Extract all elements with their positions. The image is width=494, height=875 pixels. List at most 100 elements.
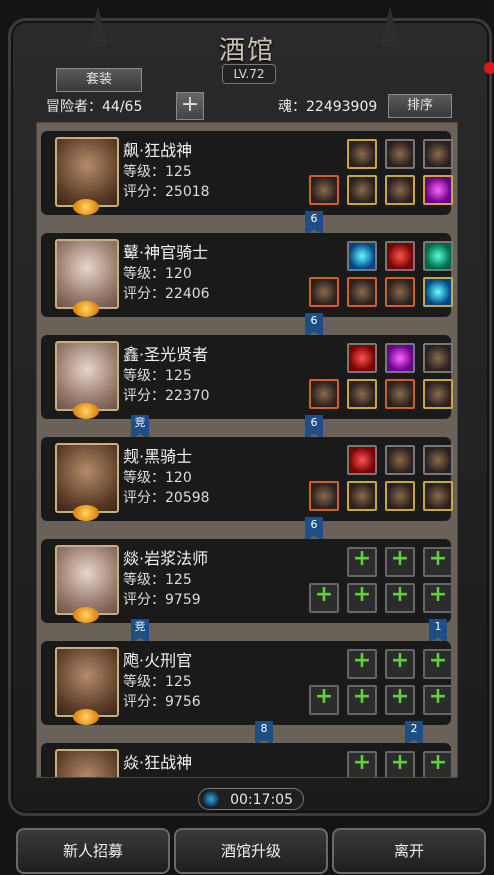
sort-button[interactable]: 排序 — [388, 94, 452, 118]
empty-slot[interactable] — [309, 684, 339, 715]
equipment-slot[interactable] — [385, 277, 415, 307]
notification-dot — [484, 62, 494, 74]
equipment-slot[interactable] — [347, 343, 377, 373]
equipment-slot[interactable] — [385, 139, 415, 169]
hero-level: 等级：125 — [123, 164, 192, 180]
equipment-slot[interactable] — [309, 175, 339, 205]
empty-slot[interactable] — [385, 750, 415, 777]
leave-button[interactable]: 离开 — [332, 828, 486, 874]
hero-card[interactable]: 飙·狂战神 等级：125 评分：25018 — [41, 131, 453, 215]
equipment-slot[interactable] — [423, 445, 453, 475]
set-button[interactable]: 套装 — [56, 68, 142, 92]
hero-score: 评分：22406 — [123, 286, 210, 302]
rank-flag: 6 — [305, 313, 323, 337]
empty-slot[interactable] — [347, 546, 377, 577]
tavern-level-badge: LV.72 — [222, 64, 276, 84]
rank-flag: 6 — [305, 517, 323, 541]
rank-flag: 竞 — [131, 415, 149, 439]
add-slot-button[interactable]: + — [176, 92, 204, 120]
empty-slot[interactable] — [347, 648, 377, 679]
hero-name: 飑·火刑官 — [123, 651, 193, 670]
rank-flag: 1 — [429, 619, 447, 643]
rank-flag: 6 — [305, 211, 323, 235]
equipment-slot[interactable] — [385, 379, 415, 409]
equipment-slot[interactable] — [423, 343, 453, 373]
hero-portrait — [55, 341, 119, 419]
equipment-slot[interactable] — [347, 139, 377, 169]
equipment-slot[interactable] — [347, 445, 377, 475]
hero-level: 等级：125 — [123, 572, 192, 588]
hero-portrait — [55, 137, 119, 215]
empty-slot[interactable] — [385, 684, 415, 715]
hero-portrait — [55, 545, 119, 623]
empty-slot[interactable] — [423, 750, 453, 777]
hero-portrait — [55, 239, 119, 317]
empty-slot[interactable] — [385, 546, 415, 577]
hero-card[interactable]: 燚·岩浆法师 等级：125 评分：9759 — [41, 539, 453, 623]
hero-score: 评分：20598 — [123, 490, 210, 506]
hero-portrait — [55, 749, 119, 777]
equipment-slot[interactable] — [423, 139, 453, 169]
hero-score: 评分：22370 — [123, 388, 210, 404]
upgrade-tavern-button[interactable]: 酒馆升级 — [174, 828, 328, 874]
equipment-slot[interactable] — [309, 481, 339, 511]
empty-slot[interactable] — [347, 684, 377, 715]
equipment-slot[interactable] — [347, 379, 377, 409]
empty-slot[interactable] — [347, 582, 377, 613]
refresh-timer: 00:17:05 — [198, 788, 304, 810]
hero-name: 鑫·圣光贤者 — [123, 345, 209, 364]
hero-level: 等级：120 — [123, 266, 192, 282]
empty-slot[interactable] — [385, 582, 415, 613]
equipment-slot[interactable] — [347, 481, 377, 511]
hero-score: 评分：25018 — [123, 184, 210, 200]
hero-name: 飙·狂战神 — [123, 141, 193, 160]
equipment-slot[interactable] — [309, 277, 339, 307]
clock-icon — [203, 791, 219, 807]
rank-flag: 6 — [305, 415, 323, 439]
equipment-slot[interactable] — [385, 241, 415, 271]
equipment-slot[interactable] — [347, 241, 377, 271]
equipment-slot[interactable] — [385, 445, 415, 475]
hero-level: 等级：125 — [123, 368, 192, 384]
hero-card[interactable]: 焱·狂战神 — [41, 743, 453, 777]
empty-slot[interactable] — [347, 750, 377, 777]
soul-count: 魂：22493909 — [278, 99, 378, 115]
empty-slot[interactable] — [423, 684, 453, 715]
page-title: 酒馆 — [218, 36, 275, 66]
hero-card[interactable]: 鼙·神官骑士 等级：120 评分：22406 — [41, 233, 453, 317]
adventurer-count: 冒险者：44/65 — [46, 99, 143, 115]
equipment-slot[interactable] — [423, 481, 453, 511]
empty-slot[interactable] — [423, 546, 453, 577]
equipment-slot[interactable] — [423, 175, 453, 205]
hero-card[interactable]: 鑫·圣光贤者 等级：125 评分：22370 — [41, 335, 453, 419]
hero-score: 评分：9759 — [123, 592, 201, 608]
empty-slot[interactable] — [423, 582, 453, 613]
hero-card[interactable]: 飑·火刑官 等级：125 评分：9756 — [41, 641, 453, 725]
hero-card[interactable]: 觌·黑骑士 等级：120 评分：20598 — [41, 437, 453, 521]
rank-flag: 8 — [255, 721, 273, 745]
hero-level: 等级：125 — [123, 674, 192, 690]
equipment-slot[interactable] — [385, 175, 415, 205]
equipment-slot[interactable] — [347, 277, 377, 307]
hero-score: 评分：9756 — [123, 694, 201, 710]
equipment-slot[interactable] — [385, 343, 415, 373]
equipment-slot[interactable] — [423, 277, 453, 307]
empty-slot[interactable] — [385, 648, 415, 679]
hero-name: 觌·黑骑士 — [123, 447, 193, 466]
hero-list[interactable]: 飙·狂战神 等级：125 评分：25018 6 鼙·神官骑士 等级：120 评分… — [36, 122, 458, 778]
equipment-slot[interactable] — [423, 379, 453, 409]
empty-slot[interactable] — [309, 582, 339, 613]
recruit-button[interactable]: 新人招募 — [16, 828, 170, 874]
equipment-slot[interactable] — [423, 241, 453, 271]
hero-portrait — [55, 443, 119, 521]
hero-name: 鼙·神官骑士 — [123, 243, 209, 262]
rank-flag: 2 — [405, 721, 423, 745]
equipment-slot[interactable] — [347, 175, 377, 205]
rank-flag: 竞 — [131, 619, 149, 643]
hero-name: 焱·狂战神 — [123, 753, 193, 772]
empty-slot[interactable] — [423, 648, 453, 679]
equipment-slot[interactable] — [385, 481, 415, 511]
equipment-slot[interactable] — [309, 379, 339, 409]
hero-level: 等级：120 — [123, 470, 192, 486]
hero-portrait — [55, 647, 119, 725]
